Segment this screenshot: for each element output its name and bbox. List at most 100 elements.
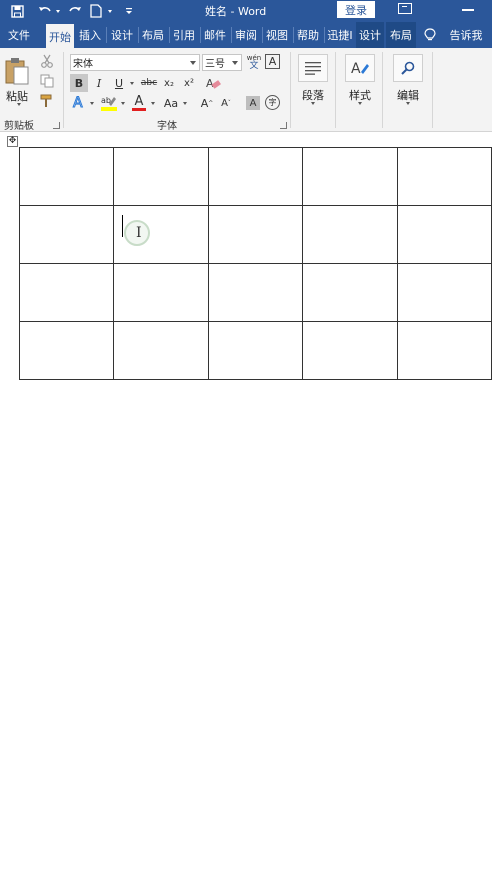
redo-icon[interactable] bbox=[66, 0, 84, 22]
table-cell[interactable] bbox=[113, 321, 209, 380]
underline-button[interactable]: U bbox=[110, 74, 128, 92]
text-effects-icon[interactable]: A bbox=[72, 94, 88, 111]
table-cell[interactable] bbox=[207, 321, 304, 380]
bold-button[interactable]: B bbox=[70, 74, 88, 92]
styles-label: 样式 bbox=[349, 89, 371, 102]
paste-dropdown-icon[interactable] bbox=[17, 103, 21, 106]
editing-button[interactable]: 编辑 bbox=[393, 54, 423, 103]
tab-table-layout[interactable]: 布局 bbox=[386, 22, 416, 48]
tab-references[interactable]: 引用 bbox=[170, 22, 198, 48]
highlight-icon[interactable]: ab bbox=[100, 94, 118, 112]
login-button[interactable]: 登录 bbox=[337, 1, 375, 18]
underline-dropdown-icon[interactable] bbox=[130, 82, 134, 85]
word-window: 姓名 - Word 登录 文件 开始 插入 设计 布局 引用 邮件 审阅 视图 … bbox=[0, 0, 492, 875]
character-border-button[interactable]: A bbox=[265, 54, 280, 69]
format-painter-icon[interactable] bbox=[40, 94, 54, 108]
table-cell[interactable] bbox=[396, 321, 492, 380]
font-size-combo[interactable]: 三号 bbox=[202, 54, 242, 71]
strikethrough-button[interactable]: abc bbox=[139, 74, 159, 92]
subscript-button[interactable]: x₂ bbox=[160, 74, 178, 92]
clipboard-launcher-icon[interactable] bbox=[53, 122, 60, 129]
paragraph-button[interactable]: 段落 bbox=[298, 54, 328, 103]
minimize-icon[interactable] bbox=[462, 9, 474, 11]
font-color-button[interactable]: A bbox=[130, 93, 148, 113]
highlight-dropdown-icon[interactable] bbox=[121, 102, 125, 105]
font-color-dropdown-icon[interactable] bbox=[151, 102, 155, 105]
grow-font-button[interactable]: A ^ bbox=[200, 94, 214, 112]
clear-formatting-icon[interactable]: A bbox=[205, 75, 221, 91]
text-effects-dropdown-icon[interactable] bbox=[90, 102, 94, 105]
cut-icon[interactable] bbox=[40, 54, 54, 68]
table-cell[interactable] bbox=[207, 205, 304, 264]
font-name-combo[interactable]: 宋体 bbox=[70, 54, 200, 71]
search-icon bbox=[393, 54, 423, 82]
table-cell[interactable] bbox=[113, 147, 209, 206]
table-cell[interactable] bbox=[302, 147, 398, 206]
table-cell[interactable] bbox=[18, 321, 115, 380]
table-move-handle-icon[interactable]: ✥ bbox=[7, 136, 18, 147]
tab-table-design[interactable]: 设计 bbox=[356, 22, 384, 48]
ribbon-display-options-icon[interactable] bbox=[398, 3, 412, 14]
change-case-button[interactable]: Aa bbox=[160, 94, 182, 112]
tab-file[interactable]: 文件 bbox=[4, 22, 34, 48]
character-shading-button[interactable]: A bbox=[246, 96, 260, 110]
tab-view[interactable]: 视图 bbox=[263, 22, 291, 48]
table-cell[interactable] bbox=[207, 263, 304, 322]
tab-design[interactable]: 设计 bbox=[108, 22, 136, 48]
tell-me-search[interactable]: 告诉我 bbox=[446, 22, 486, 48]
table-cell[interactable] bbox=[302, 321, 398, 380]
font-size-value: 三号 bbox=[205, 59, 225, 70]
table-cell[interactable] bbox=[207, 147, 304, 206]
change-case-dropdown-icon[interactable] bbox=[183, 102, 187, 105]
lightbulb-icon[interactable] bbox=[424, 28, 436, 42]
table-cell[interactable] bbox=[18, 147, 115, 206]
clipboard-group-label: 剪贴板 bbox=[4, 121, 34, 132]
font-name-value: 宋体 bbox=[73, 59, 93, 70]
enclose-characters-button[interactable]: 字 bbox=[265, 95, 280, 110]
superscript-button[interactable]: x² bbox=[180, 74, 198, 92]
editing-dropdown-icon[interactable] bbox=[406, 102, 410, 105]
title-bar: 姓名 - Word 登录 bbox=[0, 0, 492, 22]
italic-button[interactable]: I bbox=[90, 74, 108, 92]
table-row bbox=[18, 321, 492, 380]
tab-xunjie[interactable]: 迅捷I bbox=[325, 22, 355, 48]
table-row bbox=[18, 205, 492, 264]
tab-help[interactable]: 帮助 bbox=[294, 22, 322, 48]
tab-layout[interactable]: 布局 bbox=[139, 22, 167, 48]
shrink-font-button[interactable]: Aˇ bbox=[219, 94, 233, 112]
tab-review[interactable]: 审阅 bbox=[232, 22, 260, 48]
phonetic-guide-button[interactable]: wén 文 bbox=[245, 52, 263, 72]
undo-dropdown-icon[interactable] bbox=[54, 0, 62, 22]
table-cell[interactable] bbox=[113, 263, 209, 322]
svg-text:A: A bbox=[206, 77, 214, 90]
table-cell[interactable] bbox=[302, 263, 398, 322]
paste-icon bbox=[5, 58, 29, 85]
save-icon[interactable] bbox=[8, 0, 26, 22]
group-separator bbox=[382, 52, 383, 128]
tab-mailings[interactable]: 邮件 bbox=[201, 22, 229, 48]
table-cell[interactable] bbox=[18, 205, 115, 264]
styles-button[interactable]: A 样式 bbox=[345, 54, 375, 103]
paragraph-dropdown-icon[interactable] bbox=[311, 102, 315, 105]
table-cell[interactable] bbox=[396, 263, 492, 322]
paste-button[interactable]: 粘贴 bbox=[4, 56, 30, 104]
table-cell[interactable] bbox=[18, 263, 115, 322]
paragraph-label: 段落 bbox=[302, 89, 324, 102]
ibeam-cursor-icon: I bbox=[136, 225, 142, 241]
customize-document-icon[interactable] bbox=[88, 0, 104, 22]
table-cell[interactable] bbox=[396, 147, 492, 206]
font-launcher-icon[interactable] bbox=[280, 122, 287, 129]
paste-label: 粘贴 bbox=[6, 90, 28, 103]
svg-text:A: A bbox=[73, 95, 83, 110]
document-dropdown-icon[interactable] bbox=[106, 0, 114, 22]
tab-insert[interactable]: 插入 bbox=[76, 22, 104, 48]
undo-icon[interactable] bbox=[36, 0, 54, 22]
tab-separator bbox=[106, 27, 107, 43]
copy-icon[interactable] bbox=[40, 74, 54, 88]
document-table[interactable] bbox=[18, 147, 492, 380]
quick-access-customize-icon[interactable] bbox=[124, 0, 134, 22]
table-cell[interactable] bbox=[396, 205, 492, 264]
styles-dropdown-icon[interactable] bbox=[358, 102, 362, 105]
table-cell[interactable] bbox=[302, 205, 398, 264]
tab-home[interactable]: 开始 bbox=[46, 24, 74, 50]
